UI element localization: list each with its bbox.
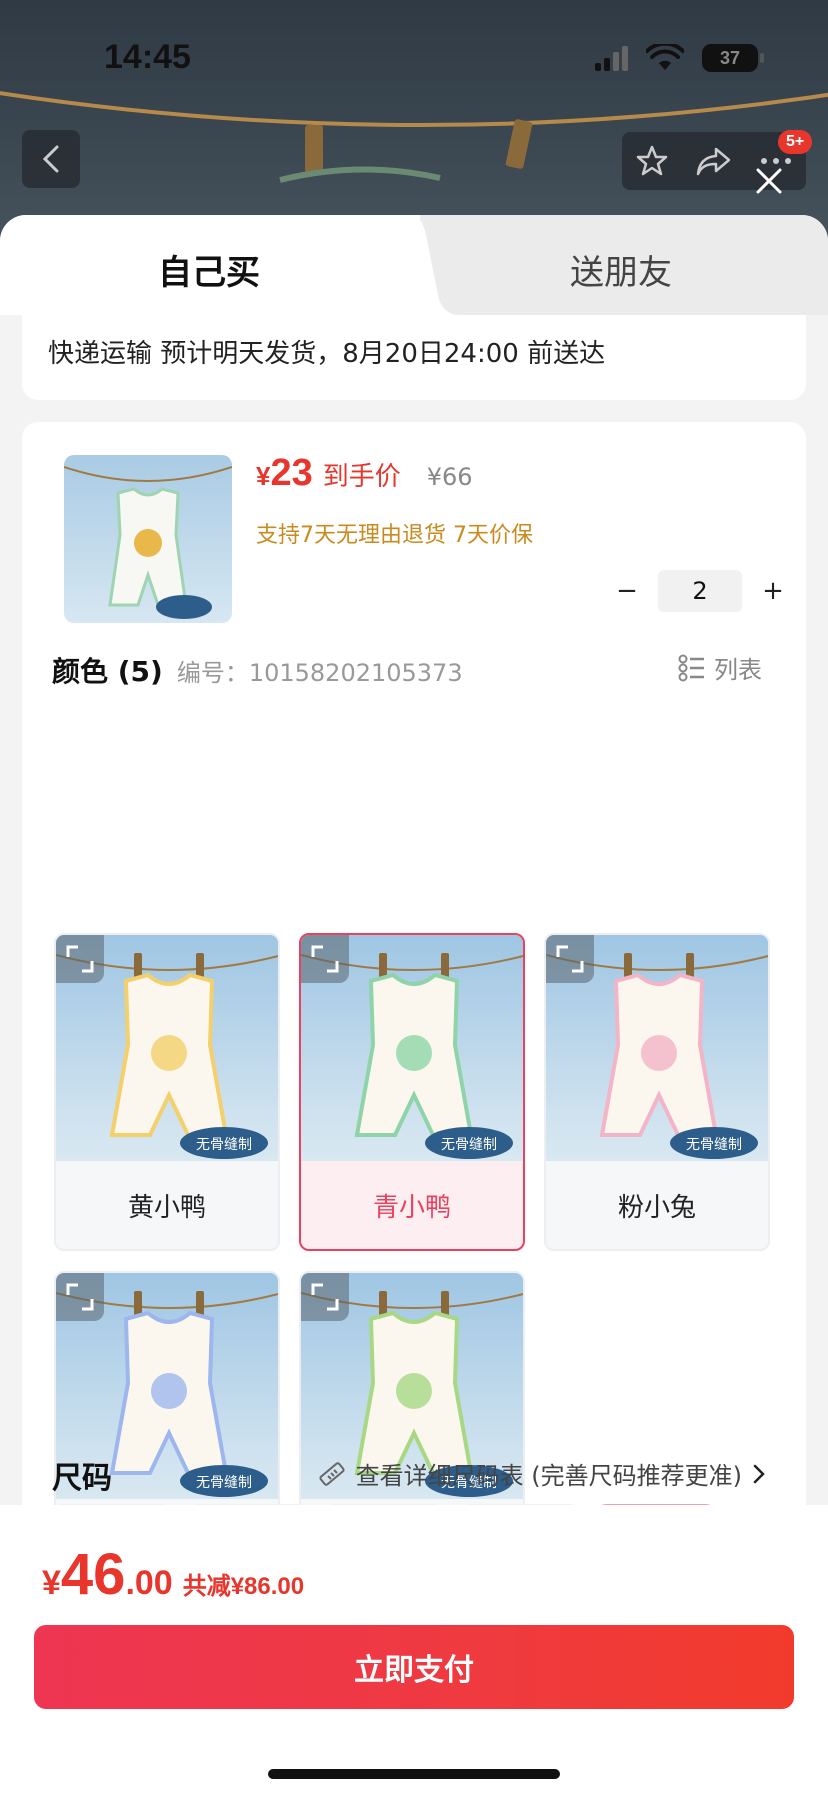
size-guide-link[interactable]: 查看详细尺码表 (完善尺码推荐更准) bbox=[318, 1456, 766, 1491]
list-icon bbox=[678, 654, 704, 681]
home-indicator bbox=[268, 1769, 560, 1779]
purchase-tabs: 自己买 送朋友 bbox=[0, 215, 828, 315]
wifi-icon bbox=[646, 44, 684, 70]
expand-icon[interactable] bbox=[56, 1273, 104, 1321]
boneless-seam-badge: 无骨缝制 bbox=[686, 1137, 742, 1153]
total-savings: 共减¥86.00 bbox=[182, 1573, 305, 1600]
product-code: 编号：10158202105373 bbox=[176, 659, 463, 687]
expand-icon[interactable] bbox=[56, 935, 104, 983]
boneless-seam-badge: 无骨缝制 bbox=[196, 1475, 252, 1491]
cellular-signal-icon bbox=[595, 45, 628, 71]
color-option-label: 黄小鸭 bbox=[127, 1193, 206, 1223]
expand-icon[interactable] bbox=[301, 1273, 349, 1321]
pay-now-button[interactable]: 立即支付 bbox=[34, 1625, 794, 1709]
quantity-decrease-button[interactable]: − bbox=[610, 574, 644, 608]
chevron-left-icon bbox=[42, 145, 59, 173]
color-option-3[interactable]: 无骨缝制粉小兔 bbox=[544, 933, 770, 1251]
tab-curve bbox=[400, 215, 460, 315]
quantity-stepper: − 2 + bbox=[610, 570, 790, 612]
size-title: 尺码 bbox=[52, 1461, 112, 1496]
watermark: 慢星人6933114OA bbox=[272, 844, 504, 875]
quantity-increase-button[interactable]: + bbox=[756, 574, 790, 608]
expand-icon[interactable] bbox=[301, 935, 349, 983]
shipping-card: 快递运输 预计明天发货，8月20日24:00 前送达 bbox=[22, 315, 806, 400]
expand-icon[interactable] bbox=[546, 935, 594, 983]
price-label: 到手价 bbox=[322, 462, 401, 492]
quantity-value[interactable]: 2 bbox=[658, 570, 742, 612]
status-time: 14:45 bbox=[104, 38, 191, 76]
tab-gift-label[interactable]: 送朋友 bbox=[570, 245, 672, 294]
share-icon[interactable] bbox=[696, 146, 732, 176]
original-price: ¥66 bbox=[426, 463, 473, 491]
service-promise: 支持7天无理由退货 7天价保 bbox=[256, 523, 533, 548]
status-icons: 37 bbox=[595, 44, 764, 72]
color-option-label: 粉小兔 bbox=[617, 1193, 696, 1223]
checkout-bar: ¥ 46 .00 共减¥86.00 立即支付 bbox=[0, 1505, 828, 1796]
shipping-estimate: 快递运输 预计明天发货，8月20日24:00 前送达 bbox=[48, 339, 606, 369]
color-option-label: 青小鸭 bbox=[372, 1193, 451, 1223]
product-thumbnail[interactable] bbox=[64, 455, 232, 623]
final-price: ¥23 bbox=[256, 452, 313, 494]
romper-image bbox=[64, 466, 232, 619]
color-option-1[interactable]: 无骨缝制黄小鸭 bbox=[54, 933, 280, 1251]
product-options-card: ¥23 到手价 ¥66 支持7天无理由退货 7天价保 − 2 + 颜色 (5) … bbox=[22, 422, 806, 1589]
price-line: ¥23 到手价 ¥66 bbox=[256, 452, 473, 495]
color-option-2[interactable]: 无骨缝制青小鸭 bbox=[299, 933, 525, 1251]
notification-badge: 5+ bbox=[778, 130, 813, 154]
back-button[interactable] bbox=[22, 130, 80, 188]
chevron-right-icon bbox=[753, 1464, 765, 1483]
color-header: 颜色 (5) 编号：10158202105373 bbox=[52, 650, 463, 690]
total-price: ¥ 46 .00 共减¥86.00 bbox=[42, 1542, 305, 1607]
list-view-toggle[interactable]: 列表 bbox=[678, 650, 762, 685]
size-guide-text: 查看详细尺码表 (完善尺码推荐更准) bbox=[355, 1462, 742, 1490]
battery-icon: 37 bbox=[702, 44, 764, 72]
more-icon[interactable] bbox=[759, 156, 793, 166]
list-label: 列表 bbox=[714, 656, 762, 684]
favorite-star-icon[interactable] bbox=[635, 144, 669, 178]
color-title: 颜色 (5) bbox=[52, 655, 163, 688]
tab-self-label[interactable]: 自己买 bbox=[158, 245, 260, 294]
boneless-seam-badge: 无骨缝制 bbox=[441, 1137, 497, 1153]
ruler-icon bbox=[319, 1461, 345, 1486]
boneless-seam-badge: 无骨缝制 bbox=[196, 1137, 252, 1153]
close-icon[interactable] bbox=[754, 166, 784, 196]
